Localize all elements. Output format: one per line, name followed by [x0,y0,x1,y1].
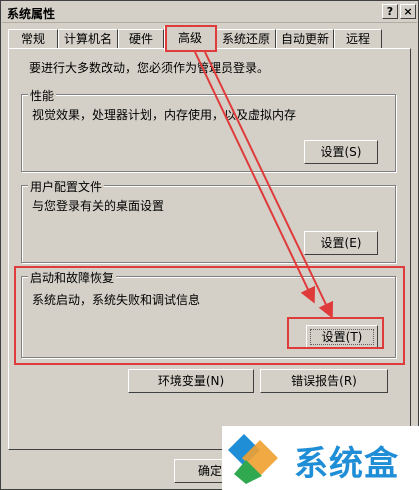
watermark-logo [228,434,278,484]
arrow-to-settings-button [204,51,334,319]
arrow-to-startup-recovery [194,51,316,304]
watermark-text: 系统盒 [294,444,399,484]
annotation-arrows [194,51,334,319]
watermark: 系统盒 [222,426,419,490]
